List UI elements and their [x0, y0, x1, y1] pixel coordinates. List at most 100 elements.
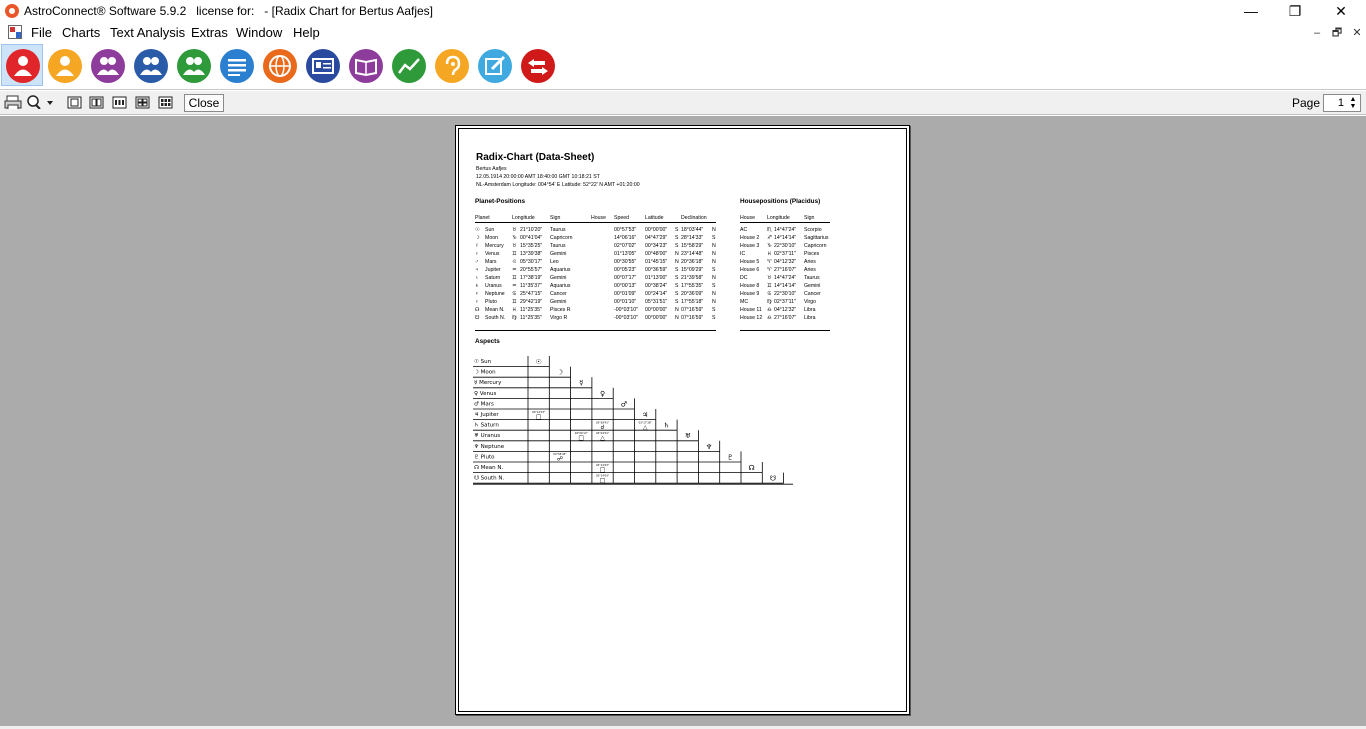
planet-sg-cell: ♊ [512, 251, 517, 257]
planet-g-cell: ♆ [475, 291, 479, 297]
menu-window[interactable]: Window [236, 25, 282, 40]
planet-lon-cell: 21°10'20" [520, 227, 543, 233]
six-pages-icon[interactable] [158, 96, 174, 110]
planet-g-cell: ☉ [475, 227, 480, 233]
planet-g-cell: ♅ [475, 283, 479, 289]
globe-icon[interactable] [263, 49, 297, 83]
house-sign-cell: Aries [804, 259, 816, 265]
planet-sg-cell: ♋ [512, 291, 517, 297]
exit-icon[interactable] [521, 49, 555, 83]
house-sign-cell: Libra [804, 315, 816, 321]
house-h-cell: MC [740, 299, 749, 305]
aspect-diagonal-glyph: ☽ [557, 369, 563, 377]
house-lon-cell: 27°16'07" [774, 267, 797, 273]
minimize-button[interactable]: — [1228, 0, 1274, 22]
maximize-button[interactable]: ❐ [1272, 0, 1318, 22]
menu-help[interactable]: Help [293, 25, 320, 40]
planet-sign-cell: Virgo R [550, 315, 568, 321]
planet-ld-cell: S [675, 283, 679, 289]
two-persons-icon[interactable] [91, 49, 125, 83]
two-pages-icon[interactable] [89, 96, 105, 110]
aspect-diagonal-glyph: ♂ [621, 400, 627, 408]
house-sg-cell: ♎ [767, 307, 772, 313]
page-number-spinner[interactable]: 1 ▲ ▼ [1323, 94, 1361, 112]
id-card-icon[interactable] [306, 49, 340, 83]
book-icon[interactable] [349, 49, 383, 83]
menu-text-analysis[interactable]: Text Analysis [110, 25, 185, 40]
planet-dec-cell: 18°03'44" [681, 227, 704, 233]
planet-dd-cell: N [712, 227, 716, 233]
ear-icon[interactable] [435, 49, 469, 83]
trend-line-icon[interactable] [392, 49, 426, 83]
planet-dd-cell: S [712, 315, 716, 321]
house-lon-cell: 22°30'10" [774, 243, 797, 249]
house-h-cell: House 2 [740, 235, 760, 241]
house-lon-cell: 14°47'24" [774, 275, 797, 281]
person-icon[interactable] [48, 49, 82, 83]
menu-file[interactable]: File [31, 25, 52, 40]
three-pages-icon[interactable] [112, 96, 128, 110]
planet-dec-cell: 17°55'18" [681, 299, 704, 305]
document-window-icon[interactable] [8, 25, 22, 39]
aspect-symbol: □ [600, 477, 606, 484]
zoom-icon[interactable] [26, 95, 56, 109]
menu-charts[interactable]: Charts [62, 25, 100, 40]
edit-icon[interactable] [478, 49, 512, 83]
house-lon-cell: 14°14'14" [774, 235, 797, 241]
planet-sign-cell: Aquarius [550, 283, 571, 289]
house-h-cell: House 3 [740, 243, 760, 249]
planet-header-latitude: Latitude [645, 215, 664, 221]
aspect-row-label: ☿ Mercury [474, 380, 502, 386]
house-positions-heading: Housepositions (Placidus) [740, 198, 821, 205]
planet-header-planet: Planet [475, 215, 490, 221]
close-preview-button[interactable]: Close [184, 94, 224, 112]
spin-arrows-icon[interactable]: ▲ ▼ [1347, 96, 1359, 110]
planet-g-cell: ☊ [475, 307, 480, 313]
close-window-button[interactable]: ✕ [1318, 0, 1364, 22]
house-header-rule [740, 222, 830, 223]
planet-lat-cell: 00°24'14" [645, 291, 668, 297]
two-persons-icon[interactable] [134, 49, 168, 83]
one-page-icon[interactable] [67, 96, 83, 110]
two-persons-icon[interactable] [177, 49, 211, 83]
mdi-restore-button[interactable]: 🗗 [1329, 26, 1345, 40]
planet-speed-cell: -00°03'10" [614, 307, 638, 313]
house-h-cell: House 5 [740, 259, 760, 265]
planet-sg-cell: ♓ [512, 307, 517, 313]
house-sg-cell: ♋ [767, 291, 772, 297]
person-icon[interactable] [6, 49, 40, 83]
house-footer-rule [740, 330, 830, 331]
planet-sign-cell: Pisces R [550, 307, 571, 313]
planet-dec-cell: 23°14'48" [681, 251, 704, 257]
print-icon[interactable] [4, 95, 22, 109]
planet-g-cell: ♇ [475, 299, 479, 305]
aspect-symbol: □ [578, 435, 584, 442]
planet-header-house: House [591, 215, 606, 221]
house-h-cell: House 6 [740, 267, 760, 273]
planet-speed-cell: 00°57'53" [614, 227, 637, 233]
planet-name-cell: South N. [485, 315, 506, 321]
house-sg-cell: ♈ [767, 267, 772, 273]
planet-sg-cell: ♍ [512, 315, 517, 321]
mdi-close-button[interactable]: ✕ [1349, 26, 1365, 40]
planet-g-cell: ☿ [475, 243, 479, 249]
aspect-row-label: ♆ Neptune [474, 443, 505, 450]
planet-dec-cell: 28°14'33" [681, 235, 704, 241]
menu-bar: File Charts Text Analysis Extras Window … [0, 22, 1366, 42]
house-sg-cell: ♑ [767, 243, 772, 249]
planet-sign-cell: Gemini [550, 251, 567, 257]
planet-sign-cell: Capricorn [550, 235, 573, 241]
house-header-house: House [740, 215, 755, 221]
mdi-minimize-button[interactable]: – [1309, 26, 1325, 40]
four-pages-icon[interactable] [135, 96, 151, 110]
menu-extras[interactable]: Extras [191, 25, 228, 40]
planet-name-cell: Uranus [485, 283, 502, 289]
planet-dd-cell: S [712, 283, 716, 289]
planet-lon-cell: 11°25'35" [520, 307, 542, 313]
text-lines-icon[interactable] [220, 49, 254, 83]
aspect-row-label: ♄ Saturn [474, 422, 499, 429]
planet-g-cell: ♂ [475, 259, 479, 265]
planet-name-cell: Jupiter [485, 267, 501, 273]
house-header-sign: Sign [804, 215, 815, 221]
aspect-diagonal-glyph: ♇ [727, 453, 733, 461]
